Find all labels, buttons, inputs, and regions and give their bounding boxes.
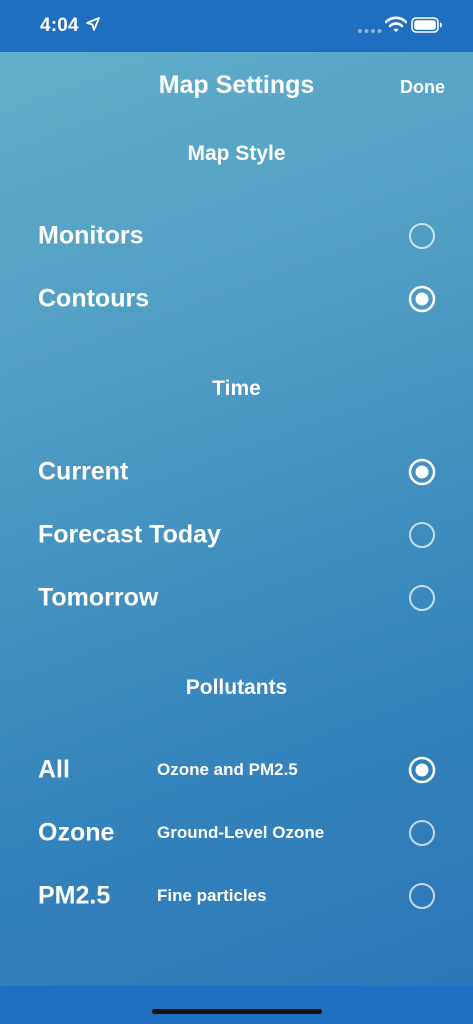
radio-unselected-icon[interactable] <box>408 521 436 549</box>
radio-selected-icon[interactable] <box>408 285 436 313</box>
radio-selected-icon[interactable] <box>408 458 436 486</box>
section-header-map-style: Map Style <box>187 142 286 165</box>
cellular-dots-icon <box>358 29 382 33</box>
status-bar: 4:04 <box>0 0 473 52</box>
home-indicator[interactable] <box>152 1009 322 1014</box>
option-label: Ozone <box>38 818 115 847</box>
location-arrow-icon <box>86 17 100 31</box>
option-current[interactable]: Current <box>0 447 473 497</box>
option-label: Contours <box>38 284 150 313</box>
radio-unselected-icon[interactable] <box>408 222 436 250</box>
option-description: Fine particles <box>157 886 267 905</box>
battery-icon <box>411 17 442 33</box>
map-settings-screen: 4:04 Map Settings Done Map Style Monitor… <box>0 0 473 1024</box>
radio-unselected-icon[interactable] <box>408 584 436 612</box>
option-pm25[interactable]: PM2.5 Fine particles <box>0 871 473 921</box>
radio-selected-icon[interactable] <box>408 756 436 784</box>
option-label: Monitors <box>38 221 144 250</box>
status-time: 4:04 <box>40 15 79 36</box>
option-contours[interactable]: Contours <box>0 274 473 324</box>
option-tomorrow[interactable]: Tomorrow <box>0 573 473 623</box>
option-label: Tomorrow <box>38 583 159 612</box>
option-all[interactable]: All Ozone and PM2.5 <box>0 745 473 795</box>
option-label: Forecast Today <box>38 520 221 549</box>
option-monitors[interactable]: Monitors <box>0 211 473 261</box>
done-button[interactable]: Done <box>400 77 445 98</box>
option-description: Ground-Level Ozone <box>157 823 325 842</box>
radio-unselected-icon[interactable] <box>408 882 436 910</box>
bottom-bar <box>0 986 473 1024</box>
option-description: Ozone and PM2.5 <box>157 760 298 779</box>
section-header-time: Time <box>212 377 261 400</box>
option-ozone[interactable]: Ozone Ground-Level Ozone <box>0 808 473 858</box>
option-label: Current <box>38 457 129 486</box>
option-forecast-today[interactable]: Forecast Today <box>0 510 473 560</box>
radio-unselected-icon[interactable] <box>408 819 436 847</box>
wifi-icon <box>385 16 407 32</box>
option-label: All <box>38 755 70 784</box>
option-label: PM2.5 <box>38 881 111 910</box>
section-header-pollutants: Pollutants <box>185 676 288 699</box>
